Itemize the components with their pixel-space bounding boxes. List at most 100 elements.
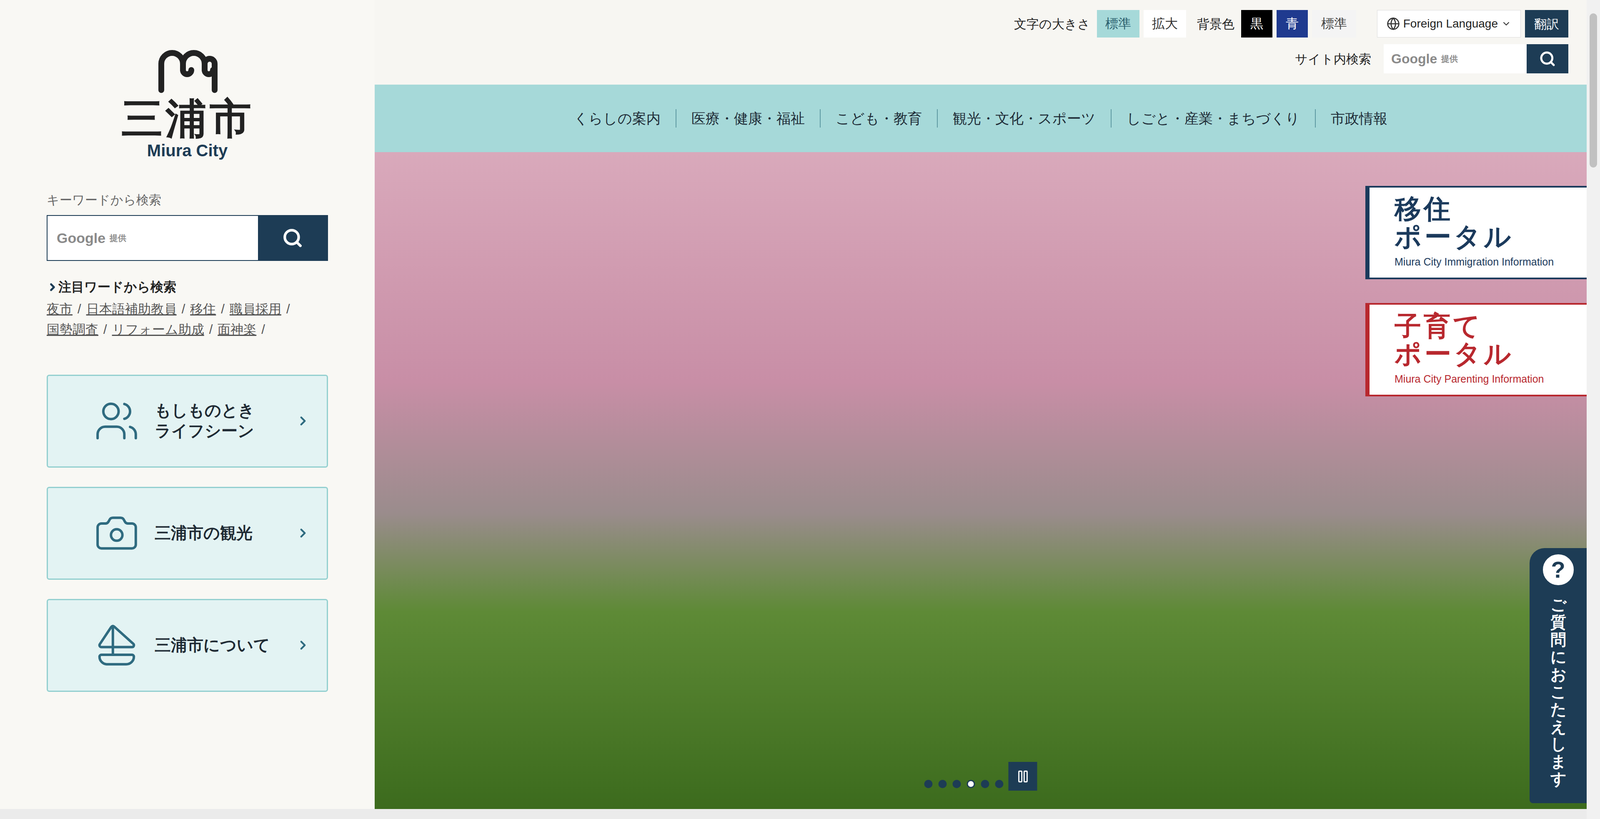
featured-link[interactable]: リフォーム助成 [112,322,205,337]
nav-item-wrap: しごと・産業・まちづくり [1110,107,1315,130]
slider-dot[interactable] [952,779,962,789]
card-icon [93,398,140,444]
search-input[interactable]: Google提供 [47,215,258,261]
nav-item[interactable]: 観光・文化・スポーツ [937,107,1111,130]
faq-tab[interactable]: ? ご質問におこたえします [1529,548,1587,804]
nav-separator [819,109,821,128]
hero: 移住ポータル Miura City Immigration Information… [374,152,1587,809]
featured-link[interactable]: 日本語補助教員 [86,301,177,317]
featured-item: 夜市/ [46,298,82,320]
featured-link[interactable]: 国勢調査 [46,322,99,337]
featured-title: 注目ワードから検索 [46,277,329,298]
scrollbar[interactable] [1586,0,1600,819]
banner-title: 子育てポータル [1394,312,1579,369]
site-search-label: サイト内検索 [1294,49,1372,69]
background-color-button[interactable]: 青 [1276,10,1308,38]
page-bottom [0,808,1587,819]
nav-separator [936,109,938,128]
chevron-icon [46,281,59,293]
nav-item-wrap: 市政情報 [1314,107,1403,130]
chevron-down-icon [1501,18,1512,29]
chevron-icon [295,525,311,541]
background-color-button[interactable]: 黒 [1241,10,1273,38]
page-content: 三浦市Miura Cityキーワードから検索Google提供注目ワードから検索夜… [0,0,1587,819]
search-input[interactable]: Google提供 [1383,44,1527,74]
top-bar: 文字の大きさ標準拡大背景色黒青標準Foreign Language翻訳サイト内検… [374,0,1587,85]
banner-subtitle: Miura City Immigration Information [1394,254,1579,271]
nav-item[interactable]: 市政情報 [1315,107,1403,130]
search-icon [1539,50,1556,68]
font-size-label: 文字の大きさ [1014,14,1091,34]
featured-item: リフォーム助成/ [112,319,213,340]
slider-dot[interactable] [966,779,976,789]
slider-dot[interactable] [981,779,990,789]
card-label: 三浦市の観光 [154,523,296,544]
main-row: 三浦市Miura Cityキーワードから検索Google提供注目ワードから検索夜… [0,0,1587,809]
nav-item[interactable]: くらしの案内 [558,107,676,130]
search-icon [282,227,303,249]
featured-link[interactable]: 面神楽 [217,322,257,337]
nav-item[interactable]: しごと・産業・まちづくり [1111,107,1315,130]
nav-item[interactable]: こども・教育 [820,107,937,130]
nav-item-wrap: 医療・健康・福祉 [675,107,820,130]
keyword-search-button[interactable] [257,215,328,261]
slider-dot[interactable] [924,779,933,789]
chevron-icon [295,638,311,653]
card-icon [93,622,140,669]
featured-link[interactable]: 職員採用 [229,301,282,317]
background-color-button[interactable]: 標準 [1312,10,1357,38]
card-label: 三浦市について [154,635,296,656]
translate-button[interactable]: 翻訳 [1524,10,1569,38]
portal-banner[interactable]: 移住ポータル Miura City Immigration Information [1365,185,1587,280]
sidebar: 三浦市Miura Cityキーワードから検索Google提供注目ワードから検索夜… [0,0,375,809]
nav-separator [675,109,677,128]
featured-link[interactable]: 夜市 [46,301,73,317]
featured-link[interactable]: 移住 [190,301,216,317]
site-search-button[interactable] [1526,44,1569,74]
logo-mark-icon [156,45,219,93]
language-select[interactable]: Foreign Language [1377,10,1521,38]
featured-list: 夜市/日本語補助教員/移住/職員採用/国勢調査/リフォーム助成/面神楽/ [46,298,329,340]
slider-dot[interactable] [938,779,947,789]
featured-item: 日本語補助教員/ [86,298,186,320]
logo[interactable]: 三浦市Miura City [46,45,329,160]
background-label: 背景色 [1196,14,1235,34]
card-label: もしものときライフシーン [154,400,296,442]
scrollbar-thumb[interactable] [1589,13,1598,168]
nav-item-wrap: くらしの案内 [558,107,676,130]
pause-icon [1015,769,1030,784]
main: 文字の大きさ標準拡大背景色黒青標準Foreign Language翻訳サイト内検… [374,0,1587,809]
globe-icon [1386,17,1400,31]
slider-pause-button[interactable] [1008,761,1038,791]
featured-item: 面神楽/ [217,319,266,340]
font-size-button[interactable]: 拡大 [1143,10,1187,38]
font-size-button[interactable]: 標準 [1096,10,1140,38]
logo-name: 三浦市 [121,95,254,142]
logo-romaji: Miura City [147,141,228,160]
nav-item[interactable]: 医療・健康・福祉 [676,107,820,130]
keyword-search: Google提供 [46,215,329,261]
banner-subtitle: Miura City Parenting Information [1394,371,1579,388]
keyword-search-label: キーワードから検索 [46,190,329,210]
card-icon [93,510,140,556]
banner-title: 移住ポータル [1394,195,1579,251]
featured-item: 移住/ [190,298,225,320]
chevron-icon [295,413,311,429]
menu-card[interactable]: もしものときライフシーン [46,374,329,468]
site-search: Google提供 [1383,44,1569,74]
accessibility-row: 文字の大きさ標準拡大背景色黒青標準Foreign Language翻訳 [1014,10,1569,38]
page: 三浦市Miura Cityキーワードから検索Google提供注目ワードから検索夜… [0,0,1600,819]
featured-item: 職員採用/ [229,298,291,320]
slider-dots [924,779,1004,789]
site-search-row: サイト内検索 Google提供 [1294,44,1569,74]
menu-card[interactable]: 三浦市について [46,598,329,692]
menu-cards: もしものときライフシーン三浦市の観光三浦市について [46,374,329,692]
menu-card[interactable]: 三浦市の観光 [46,486,329,580]
portal-banner[interactable]: 子育てポータル Miura City Parenting Information [1365,302,1587,397]
faq-icon: ? [1540,552,1576,588]
featured-words: 注目ワードから検索夜市/日本語補助教員/移住/職員採用/国勢調査/リフォーム助成… [46,277,329,340]
slider-dot[interactable] [995,779,1004,789]
faq-label: ご質問におこたえします [1550,596,1567,789]
global-nav: くらしの案内医療・健康・福祉こども・教育観光・文化・スポーツしごと・産業・まちづ… [374,84,1587,153]
slider-controls [924,761,1038,791]
